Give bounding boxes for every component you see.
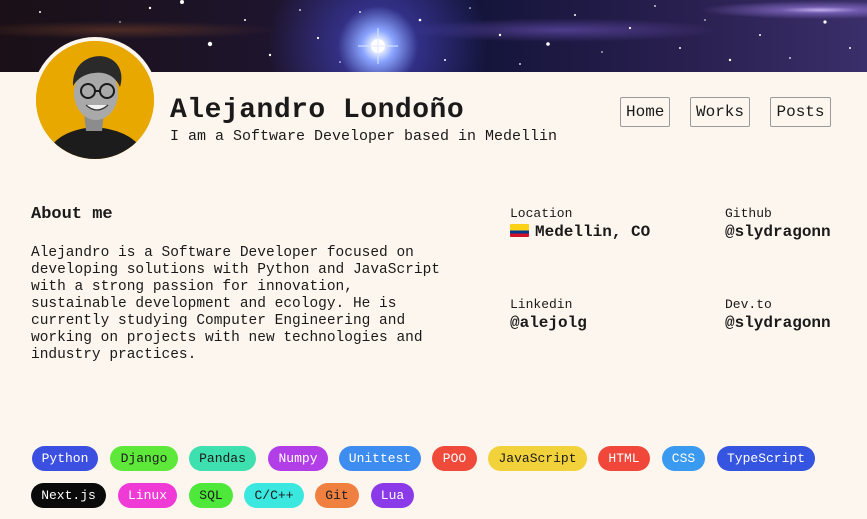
linkedin-info[interactable]: Linkedin @alejolg [510, 297, 587, 333]
tag-javascript: JavaScript [488, 446, 587, 471]
colombia-flag-icon [510, 224, 529, 237]
github-label: Github [725, 206, 772, 221]
tag-c-cpp: C/C++ [244, 483, 304, 508]
nav-works-button[interactable]: Works [690, 97, 750, 127]
nav-home-button[interactable]: Home [620, 97, 670, 127]
tag-python: Python [32, 446, 98, 471]
location-info: Location Medellin, CO [510, 206, 650, 242]
tag-poo: POO [432, 446, 477, 471]
tag-unittest: Unittest [339, 446, 421, 471]
tag-linux: Linux [118, 483, 177, 508]
tag-django: Django [110, 446, 178, 471]
location-value: Medellin, CO [535, 223, 651, 241]
page-title: Alejandro Londoño [170, 95, 465, 126]
tag-html: HTML [598, 446, 650, 471]
portfolio-page: Alejandro Londoño I am a Software Develo… [0, 0, 867, 519]
devto-label: Dev.to [725, 297, 772, 312]
devto-link[interactable]: @slydragonn [725, 313, 831, 333]
location-value-row: Medellin, CO [510, 222, 650, 242]
tag-css: CSS [662, 446, 705, 471]
nav-posts-button[interactable]: Posts [770, 97, 831, 127]
about-text: Alejandro is a Software Developer focuse… [31, 245, 440, 363]
linkedin-link[interactable]: @alejolg [510, 313, 587, 333]
devto-info[interactable]: Dev.to @slydragonn [725, 297, 831, 333]
github-info[interactable]: Github @slydragonn [725, 206, 831, 242]
tagline: I am a Software Developer based in Medel… [170, 128, 558, 145]
linkedin-label: Linkedin [510, 297, 573, 312]
profile-photo [36, 41, 154, 159]
tag-sql: SQL [189, 483, 233, 508]
location-label: Location [510, 206, 573, 221]
tag-lua: Lua [371, 483, 414, 508]
tag-nextjs: Next.js [31, 483, 106, 508]
tag-git: Git [315, 483, 359, 508]
tag-typescript: TypeScript [717, 446, 815, 471]
tag-pandas: Pandas [189, 446, 256, 471]
avatar [32, 37, 158, 163]
tag-numpy: Numpy [268, 446, 328, 471]
github-link[interactable]: @slydragonn [725, 222, 831, 242]
about-heading: About me [31, 205, 113, 224]
